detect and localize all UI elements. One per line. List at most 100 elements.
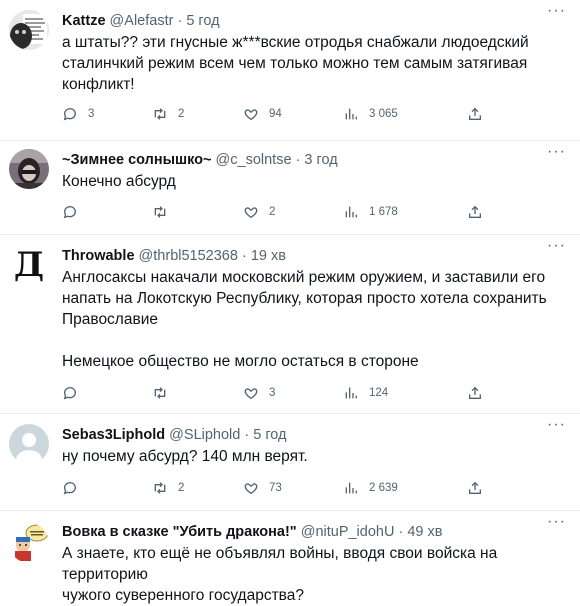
tweet-text: Англосаксы накачали московский режим ору… — [62, 267, 550, 372]
share-button[interactable] — [467, 106, 483, 122]
tweet-body: ~Зимнее солнышко~ @c_solntse · 3 год Кон… — [62, 151, 550, 192]
tweet-header: Sebas3Liphold @SLiphold · 5 год — [62, 426, 550, 444]
reply-icon — [63, 387, 76, 400]
reply-button[interactable]: 3 — [62, 106, 94, 122]
tweet-line: а штаты?? эти гнусные ж***вские отродья … — [62, 34, 529, 51]
more-icon[interactable]: ··· — [547, 416, 566, 434]
views-icon — [345, 387, 357, 399]
retweet-count: 2 — [178, 108, 185, 120]
tweet-line: Конечно абсурд — [62, 173, 176, 190]
tweet-text: А знаете, кто ещё не объявлял войны, вво… — [62, 543, 550, 606]
avatar-vovka-image — [9, 523, 49, 563]
views-button[interactable]: 3 065 — [343, 106, 398, 122]
retweet-button[interactable]: 2 — [152, 480, 184, 496]
reply-icon — [63, 108, 76, 121]
tweet-body: Kattze @Alefastr · 5 год а штаты?? эти г… — [62, 12, 550, 95]
user-handle[interactable]: @c_solntse — [216, 152, 292, 168]
tweet-zimnee-solnyshko[interactable]: ~Зимнее солнышко~ @c_solntse · 3 год Кон… — [0, 141, 580, 235]
tweet-feed: Kattze @Alefastr · 5 год а штаты?? эти г… — [0, 0, 580, 604]
retweet-button[interactable] — [152, 204, 178, 220]
tweet-kattze[interactable]: Kattze @Alefastr · 5 год а штаты?? эти г… — [0, 0, 580, 141]
like-button[interactable]: 94 — [243, 106, 282, 122]
share-icon — [469, 386, 481, 399]
retweet-button[interactable] — [152, 385, 178, 401]
like-count: 73 — [269, 482, 282, 494]
retweet-icon — [154, 387, 166, 399]
tweet-body: Вовка в сказке "Убить дракона!" @nituP_i… — [62, 523, 550, 606]
tweet-throwable[interactable]: Д Throwable @thrbl5152368 · 19 хв Англос… — [0, 235, 580, 414]
views-button[interactable]: 1 678 — [343, 204, 398, 220]
separator-dot: · — [398, 524, 404, 540]
tweet-actions: 3 2 94 3 065 — [62, 106, 492, 124]
user-handle[interactable]: @thrbl5152368 — [139, 248, 238, 264]
like-button[interactable]: 73 — [243, 480, 282, 496]
timestamp[interactable]: 5 год — [253, 427, 286, 443]
tweet-header: Вовка в сказке "Убить дракона!" @nituP_i… — [62, 523, 550, 541]
tweet-vovka[interactable]: Вовка в сказке "Убить дракона!" @nituP_i… — [0, 511, 580, 604]
timestamp[interactable]: 5 год — [186, 13, 219, 29]
tweet-line: чужого суверенного государства? — [62, 587, 304, 604]
tweet-line: конфликт! — [62, 76, 135, 93]
views-count: 2 639 — [369, 482, 398, 494]
reply-button[interactable] — [62, 385, 88, 401]
reply-count: 3 — [88, 108, 95, 120]
more-icon[interactable]: ··· — [547, 143, 566, 161]
timestamp[interactable]: 49 хв — [407, 524, 442, 540]
share-button[interactable] — [467, 385, 483, 401]
user-handle[interactable]: @Alefastr — [110, 13, 174, 29]
tweet-body: Throwable @thrbl5152368 · 19 хв Англосак… — [62, 247, 550, 372]
avatar-zimnee-solnyshko-image — [9, 149, 49, 189]
tweet-line: ну почему абсурд? 140 млн верят. — [62, 448, 308, 465]
tweet-text: Конечно абсурд — [62, 171, 550, 192]
timestamp[interactable]: 19 хв — [251, 248, 286, 264]
user-name[interactable]: Kattze — [62, 13, 106, 29]
reply-button[interactable] — [62, 204, 88, 220]
retweet-icon — [154, 108, 166, 120]
tweet-text: а штаты?? эти гнусные ж***вские отродья … — [62, 32, 550, 95]
share-button[interactable] — [467, 480, 483, 496]
share-icon — [469, 481, 481, 494]
views-button[interactable]: 124 — [343, 385, 388, 401]
views-button[interactable]: 2 639 — [343, 480, 398, 496]
tweet-text: ну почему абсурд? 140 млн верят. — [62, 446, 550, 467]
views-icon — [345, 206, 357, 218]
avatar-kattze[interactable] — [9, 10, 49, 50]
user-handle[interactable]: @nituP_idohU — [301, 524, 395, 540]
reply-button[interactable] — [62, 480, 88, 496]
more-icon[interactable]: ··· — [547, 2, 566, 20]
tweet-line: Немецкое общество не могло остаться в ст… — [62, 353, 419, 370]
tweet-body: Sebas3Liphold @SLiphold · 5 год ну почем… — [62, 426, 550, 467]
separator-dot: · — [241, 248, 247, 264]
views-icon — [345, 482, 357, 494]
user-name[interactable]: Throwable — [62, 248, 135, 264]
avatar-vovka[interactable] — [9, 523, 49, 563]
tweet-actions: 3 124 — [62, 385, 492, 403]
tweet-header: Kattze @Alefastr · 5 год — [62, 12, 550, 30]
more-icon[interactable]: ··· — [547, 513, 566, 531]
separator-dot: · — [177, 13, 183, 29]
retweet-button[interactable]: 2 — [152, 106, 184, 122]
user-handle[interactable]: @SLiphold — [169, 427, 240, 443]
more-icon[interactable]: ··· — [547, 237, 566, 255]
tweet-header: Throwable @thrbl5152368 · 19 хв — [62, 247, 550, 265]
tweet-line: Англосаксы накачали московский режим ору… — [62, 269, 546, 286]
user-name[interactable]: Вовка в сказке "Убить дракона!" — [62, 524, 297, 540]
user-name[interactable]: ~Зимнее солнышко~ — [62, 152, 212, 168]
like-button[interactable]: 2 — [243, 204, 275, 220]
tweet-line: сталинчкий режим всем чем только можно т… — [62, 55, 528, 72]
tweet-sebas3liphold[interactable]: Sebas3Liphold @SLiphold · 5 год ну почем… — [0, 414, 580, 511]
like-icon — [244, 207, 258, 219]
avatar-zimnee-solnyshko[interactable] — [9, 149, 49, 189]
like-count: 2 — [269, 206, 276, 218]
retweet-count: 2 — [178, 482, 185, 494]
user-name[interactable]: Sebas3Liphold — [62, 427, 165, 443]
avatar-sebas3liphold[interactable] — [9, 424, 49, 464]
share-button[interactable] — [467, 204, 483, 220]
like-icon — [244, 483, 258, 495]
tweet-line: напать на Локотскую Республику, которая … — [62, 290, 547, 307]
avatar-throwable[interactable]: Д — [9, 245, 49, 285]
like-button[interactable]: 3 — [243, 385, 275, 401]
timestamp[interactable]: 3 год — [304, 152, 337, 168]
tweet-line: Православие — [62, 311, 158, 328]
